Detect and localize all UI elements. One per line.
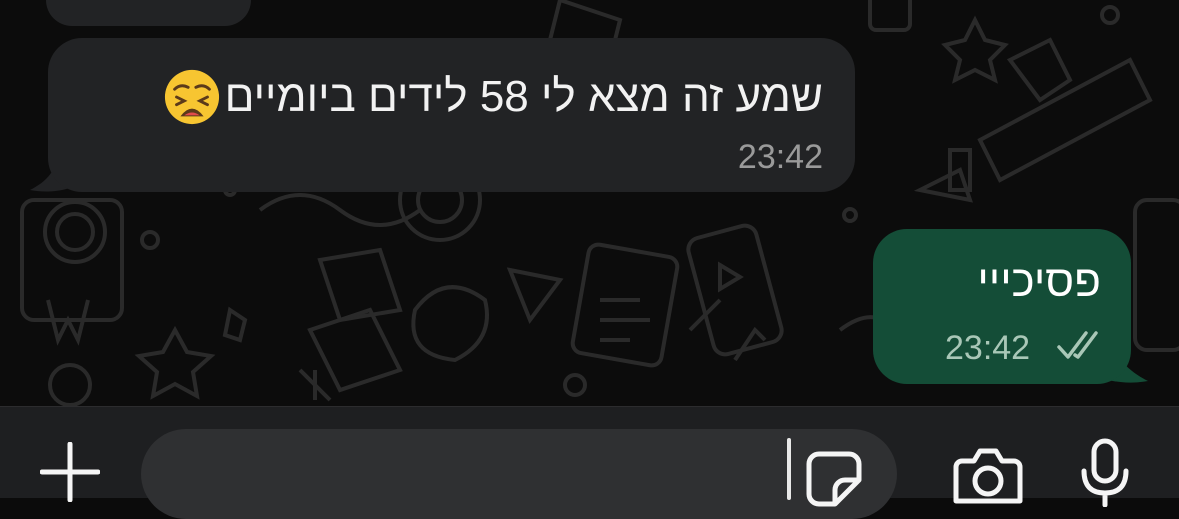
message-input[interactable]: [141, 429, 897, 519]
outgoing-message-bubble[interactable]: פסיכייי 23:42: [873, 229, 1131, 384]
incoming-message-label: שמע זה מצא לי 58 לידים ביומיים: [224, 72, 823, 121]
weary-face-emoji-icon: [164, 69, 219, 125]
sticker-icon[interactable]: [805, 450, 863, 508]
message-composer-bar: [0, 406, 1179, 519]
outgoing-message-time: 23:42: [945, 329, 1031, 367]
read-receipt-double-check-icon: [1057, 331, 1098, 359]
incoming-message-text: שמע זה מצא לי 58 לידים ביומיים: [163, 68, 823, 126]
incoming-message-bubble[interactable]: שמע זה מצא לי 58 לידים ביומיים 23:42: [48, 38, 855, 192]
outgoing-message-text: פסיכייי: [977, 257, 1101, 306]
plus-icon[interactable]: [40, 442, 100, 502]
incoming-message-time: 23:42: [737, 138, 823, 176]
chat-area[interactable]: שמע זה מצא לי 58 לידים ביומיים 23:42 פסי…: [0, 0, 1179, 406]
previous-message-bubble[interactable]: [46, 0, 251, 26]
text-cursor: [787, 438, 791, 500]
camera-icon[interactable]: [952, 447, 1024, 507]
